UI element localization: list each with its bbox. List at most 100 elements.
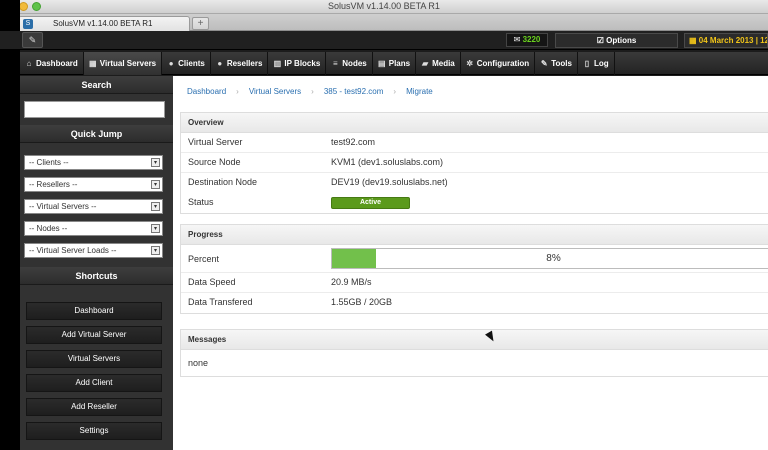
quick-jump-select[interactable]: -- Resellers -- ▾ [24,177,163,192]
solusvm-favicon-icon: S [23,19,33,29]
plan-icon: ▤ [377,58,386,68]
search-heading: Search [20,76,173,94]
breadcrumb-separator: › [236,87,239,96]
nav-item-tools[interactable]: ✎ Tools [535,52,578,75]
nav-item-label: Plans [388,58,411,68]
percent-row: Percent 8% [181,245,768,273]
data-transferred-value: 1.55GB / 20GB [331,297,393,307]
new-tab-button[interactable]: + [192,17,209,30]
user-icon: ● [168,58,174,68]
quick-jump-selected-value: -- Nodes -- [29,224,68,233]
quick-jump-selected-value: -- Virtual Server Loads -- [29,246,117,255]
percent-label: Percent [188,254,220,264]
data-speed-value: 20.9 MB/s [331,277,372,287]
quick-jump-select[interactable]: -- Virtual Server Loads -- ▾ [24,243,163,258]
messages-heading: Messages [181,330,768,350]
gear-icon: ✲ [466,58,474,68]
quick-jump-select[interactable]: -- Nodes -- ▾ [24,221,163,236]
window-titlebar: SolusVM v1.14.00 BETA R1 [0,0,768,14]
dropdown-arrow-icon[interactable]: ▾ [151,180,160,189]
nav-item-log[interactable]: ▯ Log [578,52,615,75]
nav-item-dashboard[interactable]: ⌂ Dashboard [20,52,84,75]
progress-percent-text: 8% [546,253,561,264]
quick-jump-selected-value: -- Virtual Servers -- [29,202,97,211]
browser-tab[interactable]: S SolusVM v1.14.00 BETA R1 [18,16,190,31]
shortcuts-list: Dashboard Add Virtual Server Virtual Serve… [20,285,173,440]
nav-item-ip-blocks[interactable]: ▥ IP Blocks [268,52,327,75]
data-speed-label: Data Speed [188,277,236,287]
breadcrumb-link[interactable]: 385 - test92.com [324,87,384,96]
breadcrumb-link[interactable]: Virtual Servers [249,87,301,96]
overview-row-label: Source Node [188,157,241,167]
progress-panel: Progress Percent 8% Data Speed 20.9 MB/s… [180,224,768,314]
breadcrumb: Dashboard › Virtual Servers › 385 - test92.c… [173,83,768,100]
quick-jump-selected-value: -- Clients -- [29,158,69,167]
home-icon: ⌂ [26,58,32,68]
migration-progress-bar: 8% [331,248,768,269]
nav-item-plans[interactable]: ▤ Plans [373,52,417,75]
overview-row-value: KVM1 (dev1.soluslabs.com) [331,157,444,167]
breadcrumb-separator: › [311,87,314,96]
date-display: ▦ 04 March 2013 | 12 [684,33,768,48]
nav-item-label: Nodes [342,58,367,68]
data-speed-row: Data Speed 20.9 MB/s [181,273,768,293]
nav-item-label: Resellers [226,58,263,68]
message-count: 3220 [522,35,541,44]
nav-item-label: Tools [551,58,572,68]
options-button[interactable]: ☑ Options [555,33,678,48]
grid-icon: ▦ [89,58,97,68]
search-input[interactable] [24,101,165,118]
wrench-icon: ✎ [540,58,548,68]
nav-item-configuration[interactable]: ✲ Configuration [461,52,536,75]
status-row: Status Active [181,193,768,213]
nav-item-label: Configuration [476,58,530,68]
messages-button[interactable]: ✉ 3220 [506,33,548,47]
shortcuts-heading: Shortcuts [20,267,173,285]
edit-pencil-icon[interactable]: ✎ [22,32,43,48]
quick-jump-heading: Quick Jump [20,125,173,143]
sidebar: Search Quick Jump -- Clients -- ▾ -- Resel… [20,76,173,450]
shortcut-add-client-button[interactable]: Add Client [26,374,162,392]
breadcrumb-link[interactable]: Migrate [406,87,433,96]
dropdown-arrow-icon[interactable]: ▾ [151,202,160,211]
top-toolbar: ✎ ✉ 3220 ☑ Options ▦ 04 March 2013 | 12 [0,31,768,50]
quick-jump-list: -- Clients -- ▾ -- Resellers -- ▾ -- Virtual… [20,143,173,267]
dropdown-arrow-icon[interactable]: ▾ [151,246,160,255]
options-label: Options [606,36,637,45]
checkbox-icon: ☑ [596,36,604,45]
nav-item-resellers[interactable]: ● Resellers [211,52,269,75]
progress-heading: Progress [181,225,768,245]
dropdown-arrow-icon[interactable]: ▾ [151,224,160,233]
breadcrumb-link[interactable]: Dashboard [187,87,226,96]
overview-row: Virtual Server test92.com [181,133,768,153]
dropdown-arrow-icon[interactable]: ▾ [151,158,160,167]
nav-item-virtual-servers[interactable]: ▦ Virtual Servers [83,52,163,75]
overview-panel: Overview Virtual Server test92.com Source … [180,112,768,214]
quick-jump-select[interactable]: -- Clients -- ▾ [24,155,163,170]
shortcut-dashboard-button[interactable]: Dashboard [26,302,162,320]
quick-jump-select[interactable]: -- Virtual Servers -- ▾ [24,199,163,214]
shortcut-add-reseller-button[interactable]: Add Reseller [26,398,162,416]
nav-item-nodes[interactable]: ≡ Nodes [326,52,373,75]
overview-row-value: test92.com [331,137,376,147]
nav-item-media[interactable]: ▰ Media [416,52,461,75]
overview-row-label: Destination Node [188,177,258,187]
left-edge-strip [0,0,20,450]
nav-item-label: Media [432,58,455,68]
shortcut-settings-button[interactable]: Settings [26,422,162,440]
overview-heading: Overview [181,113,768,133]
nav-item-clients[interactable]: ● Clients [162,52,211,75]
window-title: SolusVM v1.14.00 BETA R1 [328,1,440,11]
shortcut-virtual-servers-button[interactable]: Virtual Servers [26,350,162,368]
quick-jump-selected-value: -- Resellers -- [29,180,78,189]
messages-text: none [188,358,209,368]
document-icon: ▯ [584,58,590,68]
shortcut-add-virtual-server-button[interactable]: Add Virtual Server [26,326,162,344]
user-icon: ● [217,58,223,68]
overview-row: Source Node KVM1 (dev1.soluslabs.com) [181,153,768,173]
messages-panel: Messages none [180,329,768,377]
breadcrumb-separator: › [393,87,397,96]
overview-row-value: DEV19 (dev19.soluslabs.net) [331,177,448,187]
browser-tab-strip: S SolusVM v1.14.00 BETA R1 + [0,14,768,31]
data-transferred-label: Data Transfered [188,297,253,307]
